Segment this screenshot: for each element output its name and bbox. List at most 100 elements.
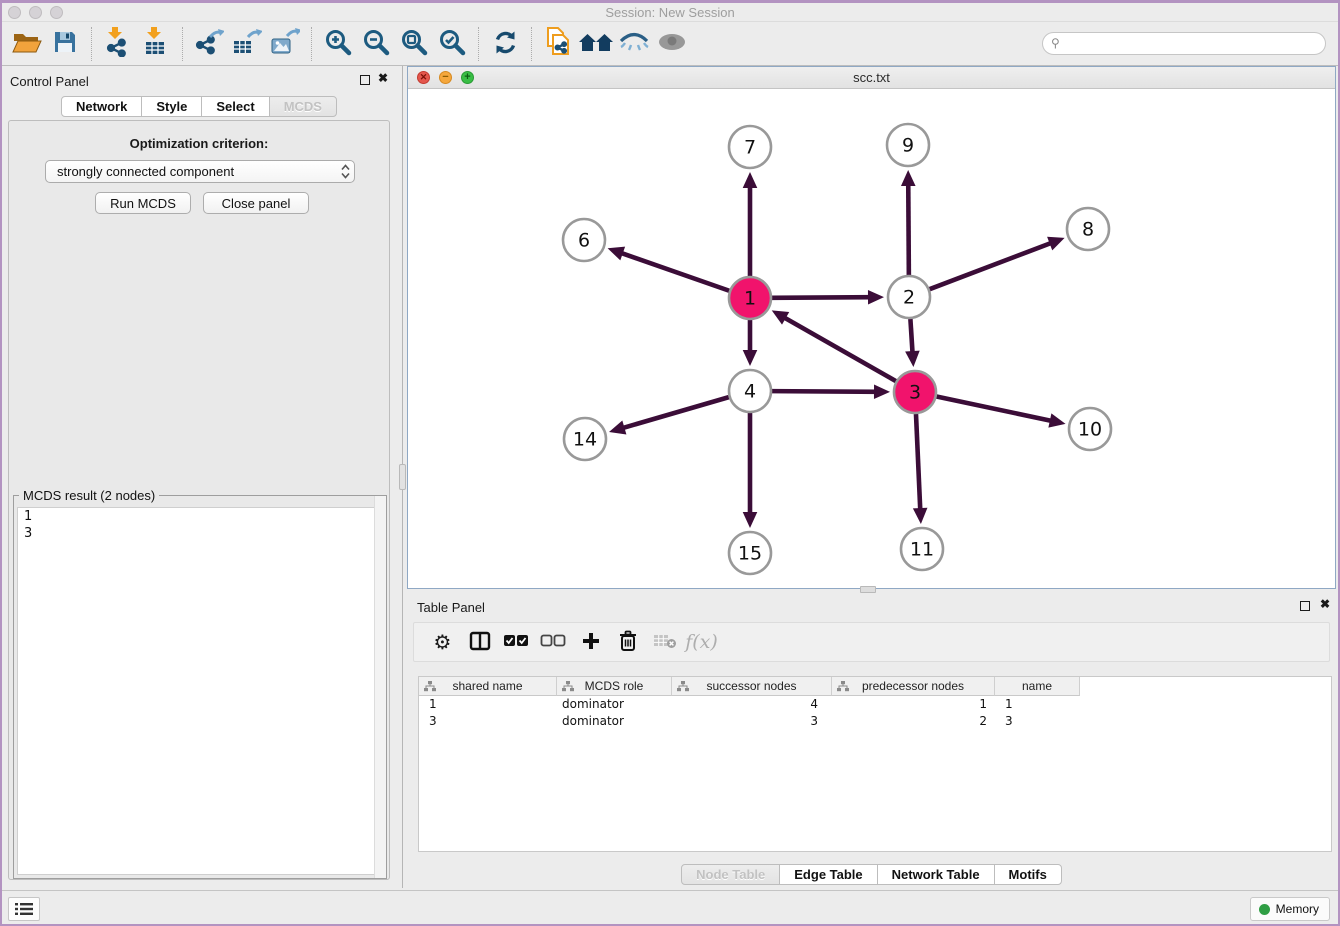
deselect-all-checkboxes-button[interactable] [535,625,572,659]
save-session-button[interactable] [46,25,84,63]
import-table-button[interactable] [137,25,175,63]
close-panel-button[interactable]: Close panel [203,192,309,214]
table-cell: 1 [995,696,1080,713]
graph-node[interactable]: 11 [901,528,943,570]
mcds-result-list[interactable]: 13 [17,507,383,875]
zoom-fit-icon [400,28,428,59]
table-row[interactable]: 1dominator411 [419,696,1331,713]
open-session-button[interactable] [8,25,46,63]
graph-edge[interactable] [772,290,884,305]
zoom-in-button[interactable] [319,25,357,63]
deselect-all-checkboxes-icon [540,634,567,651]
graph-edge[interactable] [608,247,730,291]
graph-edge[interactable] [743,413,758,528]
network-canvas[interactable]: 7 9 6 8 1 2 4 3 14 10 15 11 [408,89,1335,588]
graph-node[interactable]: 4 [729,370,771,412]
zoom-selected-button[interactable] [433,25,471,63]
criterion-selected-value: strongly connected component [46,164,336,179]
graph-edge[interactable] [930,237,1065,289]
result-scrollbar[interactable] [374,496,386,878]
import-network-button[interactable] [99,25,137,63]
delete-table-icon [653,633,677,652]
export-table-button[interactable] [228,25,266,63]
split-columns-button[interactable] [461,625,498,659]
network-window-title-bar: scc.txt [408,67,1335,89]
graph-node[interactable]: 14 [564,418,606,460]
show-network-home-button[interactable] [577,25,615,63]
zoom-out-button[interactable] [357,25,395,63]
graph-node[interactable]: 1 [729,277,771,319]
graph-node[interactable]: 7 [729,126,771,168]
export-network-button[interactable] [190,25,228,63]
vertical-splitter [398,66,407,888]
optimization-criterion-select[interactable]: strongly connected component [45,160,355,183]
refresh-view-button[interactable] [486,25,524,63]
column-header-successor-nodes[interactable]: successor nodes [672,677,832,696]
tab-network[interactable]: Network [61,96,142,117]
tab-style[interactable]: Style [141,96,202,117]
graph-edge[interactable] [772,384,890,399]
toolbar-separator [311,27,312,61]
toolbar-separator [531,27,532,61]
tab-node-table[interactable]: Node Table [681,864,780,885]
graph-node[interactable]: 15 [729,532,771,574]
table-panel-float-button[interactable] [1300,601,1310,611]
column-header-name[interactable]: name [995,677,1080,696]
graph-node[interactable]: 6 [563,219,605,261]
task-history-button[interactable] [8,897,40,921]
network-view-window: scc.txt 7 9 6 8 1 2 4 3 14 10 15 11 [407,66,1336,589]
graph-node[interactable]: 8 [1067,208,1109,250]
control-panel-close-button[interactable]: ✖ [378,71,388,85]
show-network-view-button[interactable] [653,25,691,63]
export-image-icon [270,28,300,59]
function-builder-button[interactable]: f(x) [683,625,720,659]
run-mcds-button[interactable]: Run MCDS [95,192,191,214]
graph-edge[interactable] [913,414,928,524]
tab-edge-table[interactable]: Edge Table [779,864,877,885]
graph-svg[interactable]: 7 9 6 8 1 2 4 3 14 10 15 11 [408,89,1335,588]
graph-edge[interactable] [772,310,896,381]
list-icon [15,902,33,916]
graph-edge[interactable] [905,319,920,367]
column-header-shared-name[interactable]: shared name [419,677,557,696]
graph-edge[interactable] [609,397,729,434]
tab-select[interactable]: Select [201,96,269,117]
vertical-splitter-handle[interactable] [399,464,406,490]
export-image-button[interactable] [266,25,304,63]
duplicate-network-view-button[interactable] [539,25,577,63]
add-column-button[interactable] [572,625,609,659]
table-row[interactable]: 3dominator323 [419,713,1331,730]
graph-node[interactable]: 10 [1069,408,1111,450]
memory-button[interactable]: Memory [1250,897,1330,921]
control-panel-float-button[interactable] [360,75,370,85]
show-network-home-icon [579,30,613,57]
graph-node[interactable]: 3 [894,371,936,413]
split-columns-icon [469,631,491,654]
zoom-selected-icon [438,28,466,59]
column-tree-icon [562,681,574,695]
tab-mcds[interactable]: MCDS [269,96,337,117]
open-session-icon [12,29,42,58]
column-header-mcds-role[interactable]: MCDS role [557,677,672,696]
column-header-predecessor-nodes[interactable]: predecessor nodes [832,677,995,696]
zoom-fit-button[interactable] [395,25,433,63]
column-tree-icon [677,681,689,695]
graph-edge[interactable] [901,170,916,275]
search-input[interactable] [1042,32,1326,55]
graph-edge[interactable] [937,397,1066,428]
graph-edge[interactable] [743,172,758,276]
graph-edge[interactable] [743,320,758,366]
delete-table-button[interactable] [646,625,683,659]
tab-network-table[interactable]: Network Table [877,864,995,885]
graph-node[interactable]: 9 [887,124,929,166]
tab-motifs[interactable]: Motifs [994,864,1062,885]
select-all-checkboxes-button[interactable] [498,625,535,659]
graph-node[interactable]: 2 [888,276,930,318]
graph-node-label: 10 [1078,419,1102,441]
hide-network-view-button[interactable] [615,25,653,63]
settings-button[interactable]: ⚙ [424,625,461,659]
delete-column-button[interactable] [609,625,646,659]
table-toolbar: ⚙ f(x) [413,622,1330,662]
table-panel-close-button[interactable]: ✖ [1320,597,1330,611]
graph-node-label: 1 [744,288,756,310]
